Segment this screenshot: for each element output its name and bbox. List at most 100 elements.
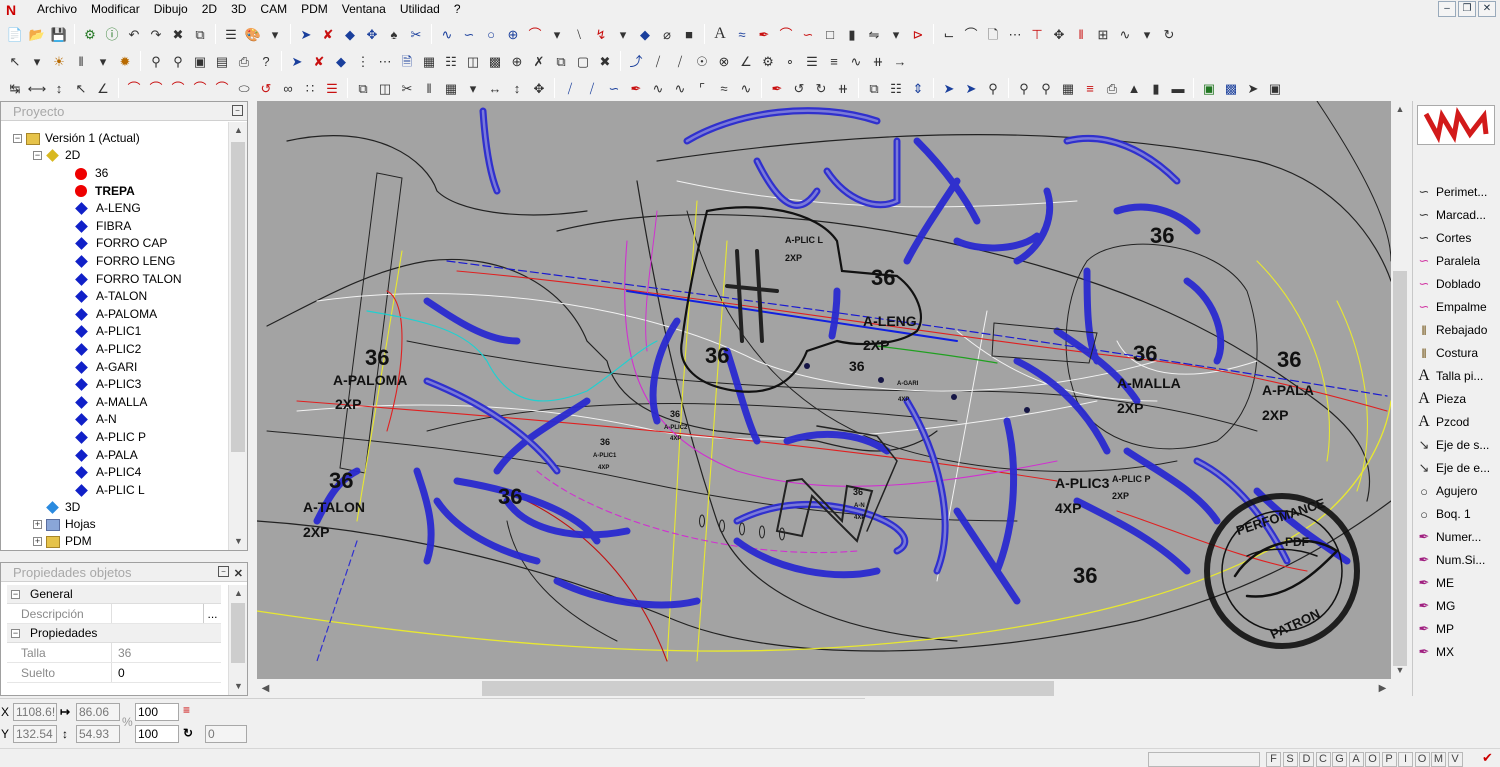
cap-icon[interactable]: ▲ xyxy=(1123,77,1145,99)
point-icon[interactable]: ⊕ xyxy=(502,23,524,45)
scroll-up-icon[interactable]: ▲ xyxy=(229,585,248,602)
pen-icon[interactable]: ✒ xyxy=(753,23,775,45)
scroll-down-icon[interactable]: ▼ xyxy=(229,678,248,695)
circle-cross-icon[interactable]: ⊗ xyxy=(713,50,735,72)
menu-cam[interactable]: CAM xyxy=(253,0,294,19)
x-coordinate-field[interactable]: 1108.6! xyxy=(13,703,57,721)
arc-2-icon[interactable]: ⌒ xyxy=(145,77,167,99)
wave-2-icon[interactable]: ∿ xyxy=(845,50,867,72)
pin-icon[interactable]: − xyxy=(232,105,243,116)
sizes-icon[interactable]: ≡ xyxy=(823,50,845,72)
new-file-icon[interactable]: 📄 xyxy=(4,23,26,45)
category-general[interactable]: − General xyxy=(7,585,221,604)
split-v-icon[interactable]: ‖ xyxy=(418,77,440,99)
scroll-thumb[interactable] xyxy=(231,603,245,663)
y-coordinate-field[interactable]: 132.54 xyxy=(13,725,57,743)
category-propiedades[interactable]: − Propiedades xyxy=(7,624,221,643)
step-icon[interactable]: ⌜ xyxy=(691,77,713,99)
tree-node-pdm[interactable]: + PDM xyxy=(33,533,92,550)
tool-item[interactable]: ∽ Marcad... xyxy=(1415,204,1500,226)
search-icon[interactable]: ⚲ xyxy=(982,77,1004,99)
angle-field[interactable]: 0 xyxy=(205,725,247,743)
dropdown-arrow-icon[interactable]: ▾ xyxy=(546,23,568,45)
tag-icon[interactable]: ⊳ xyxy=(907,23,929,45)
cross-move-icon[interactable]: ✥ xyxy=(1048,23,1070,45)
scroll-up-icon[interactable]: ▲ xyxy=(1391,101,1409,118)
cross-icon[interactable]: ✖ xyxy=(594,50,616,72)
tool-item[interactable]: ‖ Rebajado xyxy=(1415,319,1500,341)
circle-dot-icon[interactable]: ☉ xyxy=(691,50,713,72)
document-icon[interactable]: 🗎 xyxy=(396,50,418,72)
suelto-field[interactable]: 0 xyxy=(111,663,221,682)
arrow-icon[interactable]: → xyxy=(889,50,911,72)
tool-item[interactable]: ∽ Perimet... xyxy=(1415,181,1500,203)
measure-icon[interactable]: ⌀ xyxy=(656,23,678,45)
corner-icon[interactable]: ⌙ xyxy=(938,23,960,45)
line-icon[interactable]: ⧵ xyxy=(568,23,590,45)
target-icon[interactable]: ⊕ xyxy=(506,50,528,72)
pencil-red-icon[interactable]: ✒ xyxy=(625,77,647,99)
minimize-button[interactable]: – xyxy=(1438,1,1456,17)
tree-item-piece[interactable]: A-LENG xyxy=(75,200,141,217)
info-icon[interactable]: ⓘ xyxy=(101,23,123,45)
zoom-icon[interactable]: ⚲ xyxy=(145,50,167,72)
zigzag-icon[interactable]: ∿ xyxy=(669,77,691,99)
dx-field[interactable]: 86.06 xyxy=(76,703,120,721)
corner-round-icon[interactable]: ⌒ xyxy=(960,23,982,45)
diamond-icon[interactable]: ◆ xyxy=(339,23,361,45)
dropdown-arrow-icon[interactable]: ▾ xyxy=(92,50,114,72)
redo-icon[interactable]: ↷ xyxy=(145,23,167,45)
props-scrollbar[interactable]: ▲ ▼ xyxy=(228,585,247,695)
plot-icon[interactable]: ⎙ xyxy=(1101,77,1123,99)
ellipse-icon[interactable]: ⬭ xyxy=(233,77,255,99)
rotate-right-icon[interactable]: ↻ xyxy=(810,77,832,99)
scroll-left-icon[interactable]: ◀ xyxy=(257,679,274,698)
grid-icon[interactable]: ☷ xyxy=(440,50,462,72)
mirror-icon[interactable]: ◫ xyxy=(374,77,396,99)
notch-icon[interactable]: ⊤ xyxy=(1026,23,1048,45)
descripcion-field[interactable] xyxy=(111,604,203,623)
block-icon[interactable]: ■ xyxy=(678,23,700,45)
magnify-2-icon[interactable]: ⚲ xyxy=(1035,77,1057,99)
folder-dark-icon[interactable]: ▬ xyxy=(1167,77,1189,99)
dropdown-arrow-icon[interactable]: ▾ xyxy=(462,77,484,99)
scroll-right-icon[interactable]: ▶ xyxy=(1374,679,1391,698)
tool-item[interactable]: ✒ Num.Si... xyxy=(1415,549,1500,571)
tool-item[interactable]: A Pzcod xyxy=(1415,411,1500,433)
angle-dim-icon[interactable]: ∠ xyxy=(92,77,114,99)
curve-icon[interactable]: ∽ xyxy=(458,23,480,45)
tree-item-piece[interactable]: A-PLIC L xyxy=(75,482,145,499)
circle-tool-icon[interactable]: ○ xyxy=(480,23,502,45)
v-dimension-icon[interactable]: ↕ xyxy=(48,77,70,99)
tree-item-piece[interactable]: A-PALOMA xyxy=(75,306,157,323)
settings-gear-icon[interactable]: ⚙ xyxy=(79,23,101,45)
tree-node-2d[interactable]: − 2D xyxy=(33,147,80,164)
tool-item[interactable]: ∽ Paralela xyxy=(1415,250,1500,272)
h-dimension-icon[interactable]: ⟷ xyxy=(26,77,48,99)
rotate-icon[interactable]: ↺ xyxy=(255,77,277,99)
status-toggle[interactable]: G xyxy=(1332,752,1347,767)
text-tool-icon[interactable]: A xyxy=(709,23,731,45)
curve-blue-icon[interactable]: ∽ xyxy=(603,77,625,99)
dropdown-arrow-icon[interactable]: ▾ xyxy=(26,50,48,72)
status-toggle[interactable]: S xyxy=(1282,752,1298,767)
arc-1-icon[interactable]: ⌒ xyxy=(123,77,145,99)
duplicate-icon[interactable]: ⧉ xyxy=(550,50,572,72)
restore-button[interactable]: ❐ xyxy=(1458,1,1476,17)
box-icon[interactable]: ▣ xyxy=(1264,77,1286,99)
arc-5-icon[interactable]: ⌒ xyxy=(211,77,233,99)
polyline-icon[interactable]: ↯ xyxy=(590,23,612,45)
property-suelto[interactable]: Suelto 0 xyxy=(7,663,221,683)
layout-icon[interactable]: ▦ xyxy=(1057,77,1079,99)
align-icon[interactable]: ⊞ xyxy=(1092,23,1114,45)
status-toggle[interactable]: F xyxy=(1266,752,1281,767)
tool-item[interactable]: ○ Agujero xyxy=(1415,480,1500,502)
dropdown-arrow-icon[interactable]: ▾ xyxy=(264,23,286,45)
pin-icon[interactable]: − xyxy=(218,566,229,577)
wave-icon[interactable]: ≈ xyxy=(731,23,753,45)
grid-red-icon[interactable]: ≡ xyxy=(183,701,190,719)
scissor-icon[interactable]: ✂ xyxy=(405,23,427,45)
radius-icon[interactable]: ↖ xyxy=(70,77,92,99)
ellipsis-button[interactable]: ... xyxy=(203,604,221,623)
grade-icon[interactable]: ☷ xyxy=(885,77,907,99)
